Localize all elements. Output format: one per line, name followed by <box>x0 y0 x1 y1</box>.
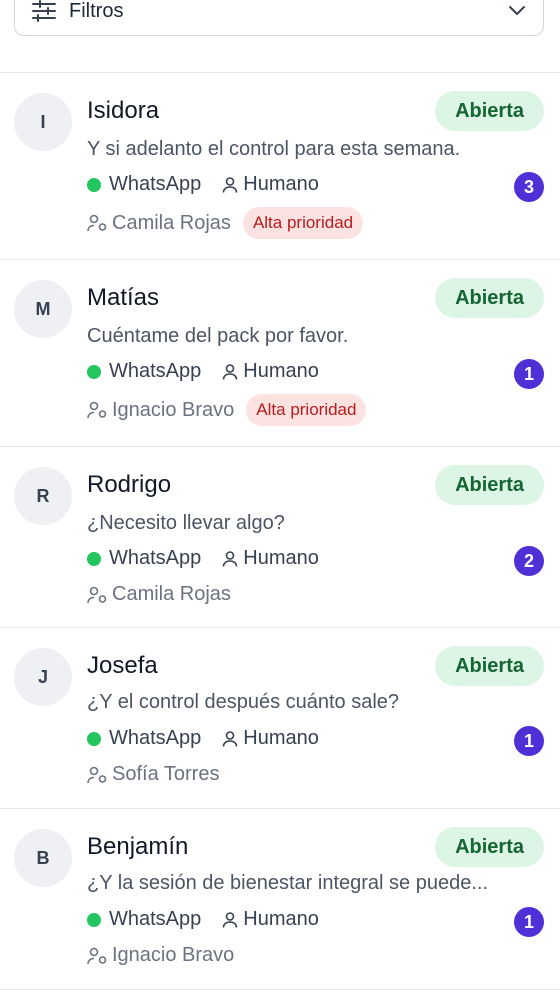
status-badge: Abierta <box>435 278 544 318</box>
assigned-agent: Camila Rojas Alta prioridad <box>87 207 364 239</box>
agent-name: Sofía Torres <box>112 763 220 785</box>
agent-assign-icon <box>87 946 109 966</box>
conversation-item[interactable]: M Matías Abierta Cuéntame del pack por f… <box>0 260 560 447</box>
priority-badge: Alta prioridad <box>242 207 364 239</box>
mode-label: Humano <box>243 727 319 749</box>
filters-dropdown[interactable]: Filtros <box>14 0 544 36</box>
avatar: I <box>14 93 72 151</box>
user-icon <box>221 176 239 194</box>
assigned-agent: Camila Rojas <box>87 583 231 606</box>
avatar: M <box>14 280 72 338</box>
agent-assign-icon <box>87 585 109 605</box>
contact-name: Josefa <box>87 652 158 679</box>
contact-name: Isidora <box>87 97 160 124</box>
conversation-item[interactable]: I Isidora Abierta Y si adelanto el contr… <box>0 73 560 260</box>
agent-name: Ignacio Bravo <box>112 398 235 421</box>
conversation-item[interactable]: R Rodrigo Abierta ¿Necesito llevar algo?… <box>0 447 560 628</box>
user-icon <box>221 730 239 748</box>
channel-status-dot <box>87 177 101 192</box>
channel-label: WhatsApp <box>109 727 202 749</box>
channel-label: WhatsApp <box>109 360 202 382</box>
conversation-meta: WhatsApp Humano <box>87 360 319 383</box>
agent-assign-icon <box>87 765 109 785</box>
conversation-item[interactable]: B Benjamín Abierta ¿Y la sesión de biene… <box>0 809 560 990</box>
user-icon <box>221 911 239 929</box>
user-icon <box>221 363 239 381</box>
conversation-meta: WhatsApp Humano <box>87 173 319 196</box>
contact-name: Benjamín <box>87 833 189 860</box>
status-badge: Abierta <box>435 646 544 686</box>
channel-status-dot <box>87 364 101 379</box>
last-message: ¿Y la sesión de bienestar integral se pu… <box>87 872 488 894</box>
conversation-item[interactable]: J Josefa Abierta ¿Y el control después c… <box>0 628 560 809</box>
contact-name: Rodrigo <box>87 471 172 498</box>
conversation-meta: WhatsApp Humano <box>87 727 319 750</box>
channel-status-dot <box>87 912 101 927</box>
channel-status-dot <box>87 551 101 566</box>
filters-label: Filtros <box>69 0 124 22</box>
avatar: R <box>14 467 72 525</box>
last-message: ¿Y el control después cuánto sale? <box>87 691 400 713</box>
mode-label: Humano <box>243 908 319 930</box>
status-badge: Abierta <box>435 91 544 131</box>
assigned-agent: Ignacio Bravo Alta prioridad <box>87 394 367 426</box>
conversation-list: I Isidora Abierta Y si adelanto el contr… <box>0 72 560 990</box>
agent-assign-icon <box>87 400 109 420</box>
mode-label: Humano <box>243 173 319 195</box>
unread-count-badge: 1 <box>514 359 544 389</box>
user-icon <box>221 550 239 568</box>
channel-status-dot <box>87 731 101 746</box>
sliders-icon <box>31 0 57 22</box>
contact-name: Matías <box>87 284 160 311</box>
unread-count-badge: 2 <box>514 546 544 576</box>
agent-assign-icon <box>87 213 109 233</box>
unread-count-badge: 3 <box>514 172 544 202</box>
chevron-down-icon <box>507 1 527 21</box>
mode-label: Humano <box>243 360 319 382</box>
unread-count-badge: 1 <box>514 726 544 756</box>
channel-label: WhatsApp <box>109 173 202 195</box>
mode-label: Humano <box>243 547 319 569</box>
agent-name: Ignacio Bravo <box>112 944 235 966</box>
assigned-agent: Ignacio Bravo <box>87 944 234 967</box>
channel-label: WhatsApp <box>109 908 202 930</box>
unread-count-badge: 1 <box>514 907 544 937</box>
channel-label: WhatsApp <box>109 547 202 569</box>
avatar: J <box>14 648 72 706</box>
last-message: Y si adelanto el control para esta seman… <box>87 138 461 160</box>
agent-name: Camila Rojas <box>112 211 231 234</box>
conversation-meta: WhatsApp Humano <box>87 547 319 570</box>
status-badge: Abierta <box>435 465 544 505</box>
avatar: B <box>14 829 72 887</box>
last-message: Cuéntame del pack por favor. <box>87 325 349 347</box>
status-badge: Abierta <box>435 827 544 867</box>
conversation-meta: WhatsApp Humano <box>87 908 319 931</box>
priority-badge: Alta prioridad <box>246 394 367 426</box>
assigned-agent: Sofía Torres <box>87 763 219 786</box>
last-message: ¿Necesito llevar algo? <box>87 512 285 534</box>
agent-name: Camila Rojas <box>112 583 231 605</box>
